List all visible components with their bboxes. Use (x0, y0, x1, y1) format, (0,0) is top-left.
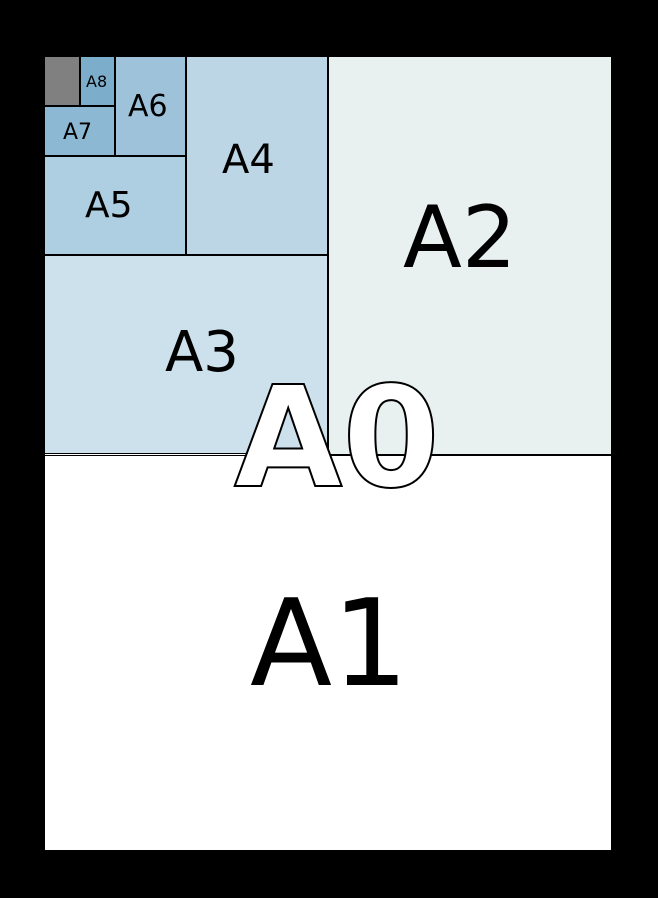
a2-label: A2 (403, 195, 517, 281)
a3-label: A3 (165, 325, 239, 381)
a6-label: A6 (128, 92, 168, 122)
a7-label: A7 (63, 122, 92, 144)
a0-label: A0 (234, 369, 440, 509)
a9-unlabeled-box (44, 56, 80, 106)
a8-label: A8 (86, 74, 107, 90)
a1-label: A1 (250, 585, 408, 705)
a4-label: A4 (222, 140, 275, 180)
paper-size-diagram: A0 A1 A2 A3 A4 A5 A6 A7 A8 (0, 0, 658, 898)
a5-label: A5 (85, 188, 133, 224)
